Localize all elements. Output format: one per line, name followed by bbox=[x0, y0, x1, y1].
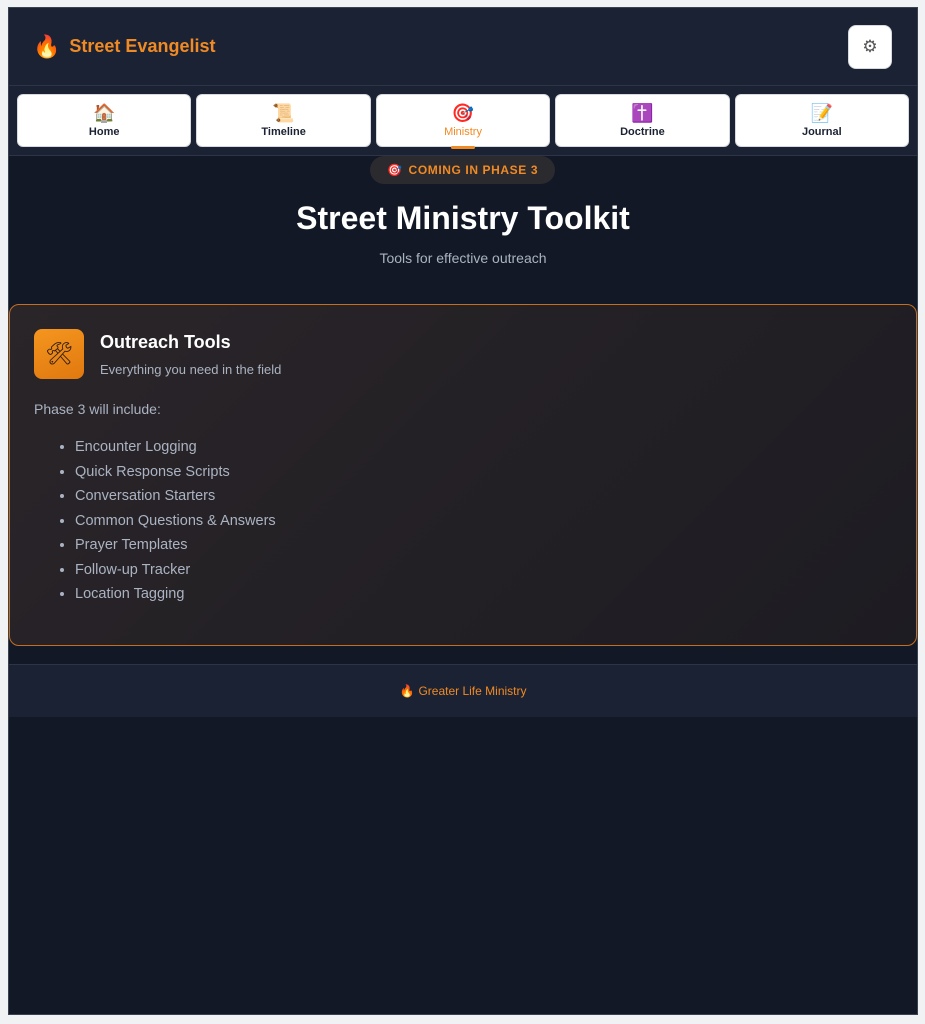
list-item: Conversation Starters bbox=[75, 486, 892, 511]
card-header: 🛠 Outreach Tools Everything you need in … bbox=[34, 329, 892, 379]
tab-timeline[interactable]: 📜 Timeline bbox=[196, 94, 371, 147]
target-icon: 🎯 bbox=[451, 103, 475, 123]
page-title: Street Ministry Toolkit bbox=[296, 200, 630, 236]
scroll-icon: 📜 bbox=[272, 103, 295, 123]
tools-icon: 🛠 bbox=[34, 329, 84, 379]
app-window: 🔥 Street Evangelist ⚙ 🏠 Home 📜 Timeline … bbox=[8, 7, 918, 1015]
tab-ministry[interactable]: 🎯 Ministry bbox=[375, 94, 551, 147]
target-icon: 🎯 bbox=[387, 163, 403, 177]
list-item: Location Tagging bbox=[75, 584, 892, 609]
phase-badge-label: COMING IN PHASE 3 bbox=[408, 163, 539, 177]
footer-text: Greater Life Ministry bbox=[418, 684, 527, 698]
tab-label: Ministry bbox=[444, 126, 482, 138]
settings-button[interactable]: ⚙ bbox=[848, 24, 892, 69]
card-title: Outreach Tools bbox=[100, 331, 231, 352]
tab-doctrine[interactable]: ✝️ Doctrine bbox=[555, 94, 730, 147]
tab-label: Home bbox=[88, 126, 120, 138]
outreach-tools-card: 🛠 Outreach Tools Everything you need in … bbox=[9, 304, 917, 646]
tab-home[interactable]: 🏠 Home bbox=[17, 94, 192, 147]
card-description: Everything you need in the field bbox=[100, 361, 282, 377]
gear-icon: ⚙ bbox=[862, 36, 878, 56]
phase-badge: 🎯 COMING IN PHASE 3 bbox=[370, 156, 556, 184]
page-subtitle: Tools for effective outreach bbox=[379, 250, 547, 266]
tab-journal[interactable]: 📝 Journal bbox=[734, 94, 910, 147]
list-item: Prayer Templates bbox=[75, 535, 892, 560]
app-header: 🔥 Street Evangelist ⚙ bbox=[9, 8, 917, 86]
tab-label: Doctrine bbox=[620, 126, 665, 138]
list-item: Common Questions & Answers bbox=[75, 511, 892, 536]
house-icon: 🏠 bbox=[92, 103, 116, 123]
feature-list: Encounter Logging Quick Response Scripts… bbox=[34, 437, 892, 609]
cross-icon: ✝️ bbox=[631, 103, 654, 123]
app-title: Street Evangelist bbox=[69, 36, 216, 56]
list-item: Quick Response Scripts bbox=[75, 462, 892, 487]
app-footer: 🔥 Greater Life Ministry bbox=[9, 664, 917, 717]
tab-label: Journal bbox=[801, 126, 842, 138]
card-intro: Phase 3 will include: bbox=[34, 401, 161, 417]
main-nav: 🏠 Home 📜 Timeline 🎯 Ministry ✝️ Doctrine… bbox=[9, 86, 917, 156]
brand[interactable]: 🔥 Street Evangelist bbox=[33, 33, 216, 59]
flame-icon: 🔥 bbox=[33, 33, 61, 59]
list-item: Follow-up Tracker bbox=[75, 560, 892, 585]
tab-label: Timeline bbox=[261, 126, 306, 138]
main-content: 🎯 COMING IN PHASE 3 Street Ministry Tool… bbox=[9, 156, 917, 664]
flame-icon: 🔥 bbox=[399, 684, 415, 698]
memo-icon: 📝 bbox=[810, 103, 834, 123]
list-item: Encounter Logging bbox=[75, 437, 892, 462]
